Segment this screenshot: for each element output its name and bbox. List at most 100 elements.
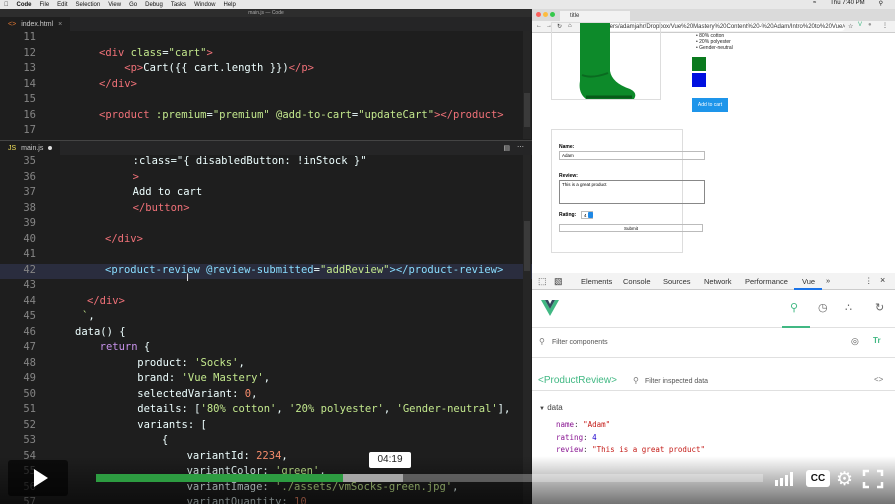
code-line[interactable]: 43 xyxy=(0,279,532,294)
more-actions-icon[interactable]: ⋯ xyxy=(517,143,524,151)
filter-components-input[interactable]: Filter components xyxy=(552,339,608,346)
code-line[interactable]: 38 </button> xyxy=(0,202,532,217)
select-arrows-icon[interactable] xyxy=(588,212,593,218)
code-line[interactable]: 39 xyxy=(0,217,532,232)
menu-tasks[interactable]: Tasks xyxy=(171,2,186,8)
code-line[interactable]: 14 </div> xyxy=(0,78,532,93)
scrollbar-bottom[interactable] xyxy=(523,155,531,504)
scrollbar-top[interactable] xyxy=(523,31,531,139)
extension-2-icon[interactable]: ● xyxy=(868,22,872,28)
code-line[interactable]: 52 variants: [ xyxy=(0,419,532,434)
code-line[interactable]: 36 > xyxy=(0,171,532,186)
name-input[interactable]: Adam xyxy=(559,151,705,160)
menu-help[interactable]: Help xyxy=(224,2,236,8)
components-tab-icon[interactable]: ⚲ xyxy=(790,301,798,314)
chevron-down-icon[interactable]: ▼ xyxy=(539,406,545,412)
color-swatch-green[interactable] xyxy=(692,57,706,71)
data-section[interactable]: ▼ data xyxy=(539,403,563,412)
code-line[interactable]: 44 </div> xyxy=(0,295,532,310)
color-swatch-blue[interactable] xyxy=(692,73,706,87)
tab-console[interactable]: Console xyxy=(623,277,651,286)
tab-network[interactable]: Network xyxy=(704,277,732,286)
tab-index-html[interactable]: <> index.html × xyxy=(0,17,71,31)
settings-gear-icon[interactable]: ⚙ xyxy=(836,468,853,491)
browser-menu-icon[interactable]: ⋮ xyxy=(882,22,888,29)
code-line[interactable]: 35 :class="{ disabledButton: !inStock }" xyxy=(0,155,532,170)
code-line[interactable]: 11 xyxy=(0,31,532,46)
browser-tab-title: title xyxy=(570,13,580,19)
data-field-review[interactable]: review: "This is a great product" xyxy=(556,444,705,457)
devtools-menu-icon[interactable]: ⋮ xyxy=(865,276,873,285)
code-line[interactable]: 45 `, xyxy=(0,310,532,325)
inspect-element-icon[interactable]: ⬚ xyxy=(538,276,547,287)
code-line[interactable]: 42 <product-review @review-submitted="add… xyxy=(0,263,532,279)
cc-button[interactable]: CC xyxy=(806,470,830,487)
wifi-icon[interactable]: ≈ xyxy=(813,0,816,7)
browser-tab[interactable]: title xyxy=(560,11,630,21)
extension-icon[interactable]: V xyxy=(858,22,862,28)
menu-selection[interactable]: Selection xyxy=(76,2,101,8)
add-to-cart-button[interactable]: Add to cart xyxy=(692,98,728,112)
code-line[interactable]: 15 xyxy=(0,93,532,108)
apple-icon[interactable]:  xyxy=(4,2,9,8)
code-line[interactable]: 16 <product :premium="premium" @add-to-ca… xyxy=(0,109,532,124)
code-line[interactable]: 37 Add to cart xyxy=(0,186,532,201)
review-textarea[interactable]: This is a great product xyxy=(559,180,705,204)
code-line[interactable]: 17 xyxy=(0,124,532,139)
tab-sources[interactable]: Sources xyxy=(663,277,691,286)
history-icon[interactable]: ◷ xyxy=(818,301,828,314)
code-token: <div xyxy=(99,46,131,59)
data-field-name[interactable]: name: "Adam" xyxy=(556,419,705,432)
menu-file[interactable]: File xyxy=(40,2,50,8)
progress-track[interactable] xyxy=(96,474,763,482)
fullscreen-icon[interactable] xyxy=(862,469,884,489)
back-icon[interactable]: ← xyxy=(536,23,542,29)
code-line[interactable]: 50 selectedVariant: 0, xyxy=(0,388,532,403)
more-tabs-icon[interactable]: » xyxy=(826,276,830,285)
menu-window[interactable]: Window xyxy=(194,2,215,8)
submit-button[interactable]: Submit xyxy=(559,224,703,232)
device-toolbar-icon[interactable]: ▧ xyxy=(554,276,563,287)
refresh-icon[interactable]: ↻ xyxy=(875,301,884,314)
menu-app-name[interactable]: Code xyxy=(17,2,32,8)
format-icon[interactable]: Tr xyxy=(873,336,881,345)
js-code-pane[interactable]: 35 :class="{ disabledButton: !inStock }"… xyxy=(0,155,532,504)
code-line[interactable]: 49 brand: 'Vue Mastery', xyxy=(0,372,532,387)
minimize-window-icon[interactable] xyxy=(543,12,548,17)
tab-elements[interactable]: Elements xyxy=(581,277,612,286)
close-window-icon[interactable] xyxy=(536,12,541,17)
code-line[interactable]: 48 product: 'Socks', xyxy=(0,357,532,372)
events-icon[interactable]: ∴ xyxy=(845,301,852,314)
code-line[interactable]: 12 <div class="cart"> xyxy=(0,47,532,62)
select-component-icon[interactable]: ◎ xyxy=(851,336,859,347)
code-line[interactable]: 51 details: ['80% cotton', '20% polyeste… xyxy=(0,403,532,418)
inspect-dom-icon[interactable]: <> xyxy=(874,375,883,384)
menubar-clock[interactable]: Thu 7:40 PM xyxy=(830,0,864,7)
code-line[interactable]: 13 <p>Cart({{ cart.length }})</p> xyxy=(0,62,532,77)
code-line[interactable]: 40 </div> xyxy=(0,233,532,248)
tab-performance[interactable]: Performance xyxy=(745,277,788,286)
html-code-pane[interactable]: 11 12 <div class="cart"> 13 <p>Cart({{ cart… xyxy=(0,31,532,139)
menu-edit[interactable]: Edit xyxy=(57,2,67,8)
close-devtools-icon[interactable]: × xyxy=(880,275,885,285)
close-icon[interactable]: × xyxy=(58,21,62,28)
star-icon[interactable]: ☆ xyxy=(848,23,853,30)
data-field-rating[interactable]: rating: 4 xyxy=(556,432,705,445)
menu-go[interactable]: Go xyxy=(129,2,137,8)
volume-icon[interactable] xyxy=(774,471,798,487)
code-line[interactable]: 47 return { xyxy=(0,341,532,356)
filter-data-input[interactable]: Filter inspected data xyxy=(645,378,708,385)
search-icon[interactable]: ⚲ xyxy=(879,0,883,7)
code-token: > xyxy=(120,170,139,183)
maximize-window-icon[interactable] xyxy=(550,12,555,17)
menu-debug[interactable]: Debug xyxy=(145,2,163,8)
menu-view[interactable]: View xyxy=(108,2,121,8)
code-line[interactable]: 46 data() { xyxy=(0,326,532,341)
unsaved-dot-icon[interactable] xyxy=(48,146,53,150)
tab-vue[interactable]: Vue xyxy=(802,277,815,286)
play-button[interactable] xyxy=(8,460,68,496)
tab-main-js[interactable]: JS main.js xyxy=(0,141,61,155)
split-editor-icon[interactable]: ▤ xyxy=(503,144,510,152)
code-line[interactable]: 53 { xyxy=(0,434,532,449)
code-line[interactable]: 41 xyxy=(0,248,532,263)
